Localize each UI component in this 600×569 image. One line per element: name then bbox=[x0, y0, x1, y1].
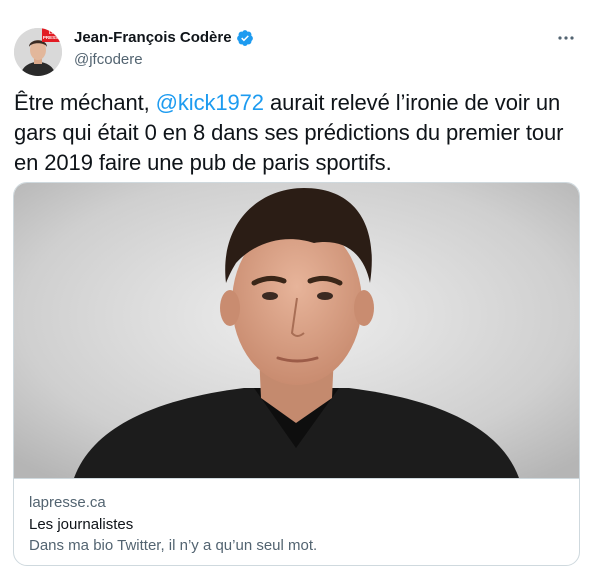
more-dots-icon bbox=[558, 36, 574, 40]
tweet[interactable]: LA PRESSE Jean-François Codère @jfcodere… bbox=[0, 0, 600, 569]
mention-link[interactable]: @kick1972 bbox=[156, 90, 264, 115]
avatar[interactable]: LA PRESSE bbox=[14, 28, 62, 76]
link-preview-card[interactable]: lapresse.ca Les journalistes Dans ma bio… bbox=[13, 182, 580, 566]
card-domain: lapresse.ca bbox=[29, 494, 106, 511]
author-name-text[interactable]: Jean-François Codère bbox=[74, 28, 232, 48]
card-image[interactable] bbox=[14, 183, 579, 478]
author-handle[interactable]: @jfcodere bbox=[74, 50, 254, 70]
card-title: Les journalistes bbox=[29, 516, 134, 533]
more-options-button[interactable] bbox=[554, 26, 578, 50]
tweet-text: Être méchant, @kick1972 aurait relevé l’… bbox=[14, 88, 586, 178]
author-display-name[interactable]: Jean-François Codère bbox=[74, 28, 254, 48]
avatar-image: LA PRESSE bbox=[14, 28, 62, 76]
verified-badge-icon bbox=[236, 29, 254, 47]
card-meta[interactable]: lapresse.ca Les journalistes Dans ma bio… bbox=[14, 478, 579, 565]
svg-text:PRESSE: PRESSE bbox=[43, 35, 61, 40]
tweet-text-before: Être méchant, bbox=[14, 90, 156, 115]
author-block: Jean-François Codère @jfcodere bbox=[74, 28, 254, 70]
card-description: Dans ma bio Twitter, il n’y a qu’un seul… bbox=[29, 537, 318, 554]
